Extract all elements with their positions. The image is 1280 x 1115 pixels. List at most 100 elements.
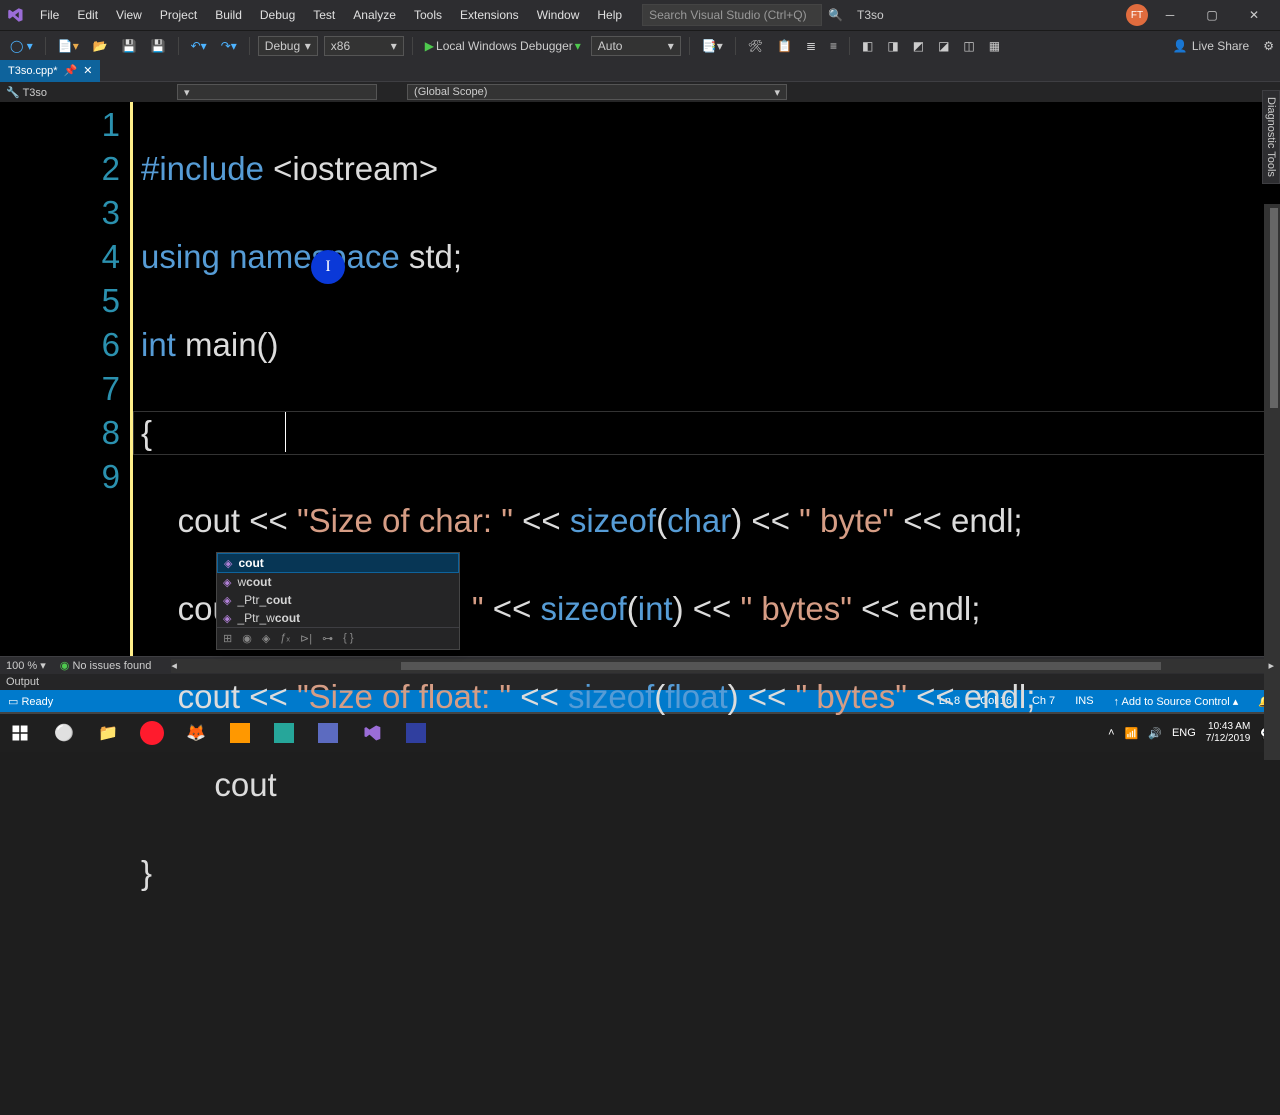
sublime-icon[interactable] (226, 719, 254, 747)
tool-icon[interactable]: ◪ (934, 37, 953, 55)
horizontal-scrollbar[interactable]: ◂▸ (171, 659, 1274, 673)
field-icon: ◈ (223, 612, 231, 625)
intellisense-item[interactable]: ◈_Ptr_wcout (217, 609, 459, 627)
field-icon: ◈ (223, 594, 231, 607)
tab-active[interactable]: T3so.cpp* 📌 ✕ (0, 60, 100, 82)
filter-icon[interactable]: ⊳| (300, 632, 312, 645)
tab-close-button[interactable]: ✕ (83, 64, 92, 77)
tab-label: T3so.cpp* (8, 65, 58, 77)
nav-project[interactable]: 🔧 T3so (6, 86, 47, 99)
menu-build[interactable]: Build (207, 4, 250, 26)
avatar[interactable]: FT (1126, 4, 1148, 26)
tool-icon[interactable]: ◧ (858, 37, 877, 55)
clock[interactable]: 10:43 AM7/12/2019 (1206, 721, 1251, 745)
tool-icon[interactable]: 📋 (773, 37, 796, 55)
filter-icon[interactable]: ◉ (242, 632, 252, 645)
vs-taskbar-icon[interactable] (358, 719, 386, 747)
save-button[interactable]: 💾 (118, 37, 141, 55)
search-input[interactable]: Search Visual Studio (Ctrl+Q) (642, 4, 822, 26)
nav-scope-dropdown[interactable]: (Global Scope)▾ (407, 84, 787, 100)
liveshare-button[interactable]: 👤 Live Share ⚙ (1173, 39, 1274, 53)
menu-debug[interactable]: Debug (252, 4, 303, 26)
tool-icon[interactable]: ▦ (985, 37, 1004, 55)
field-icon: ◈ (223, 576, 231, 589)
menubar: File Edit View Project Build Debug Test … (0, 0, 1280, 30)
tool-icon[interactable]: 🛠 (744, 37, 767, 55)
toolbar: ◯ ▾ 📄▾ 📂 💾 💾 ↶▾ ↷▾ Debug▾ x86▾ ▶ Local W… (0, 30, 1280, 60)
zoom-dropdown[interactable]: 100 % ▾ (6, 659, 46, 672)
app-icon[interactable] (270, 719, 298, 747)
opera-icon[interactable] (138, 719, 166, 747)
tool-icon[interactable]: ◫ (959, 37, 978, 55)
run-button[interactable]: ▶ Local Windows Debugger ▾ (421, 37, 585, 55)
nav-scope-dropdown[interactable]: ▾ (177, 84, 377, 100)
menu-view[interactable]: View (108, 4, 150, 26)
text-caret (285, 412, 286, 452)
filter-icon[interactable]: ⊶ (322, 632, 333, 645)
saveall-button[interactable]: 💾 (147, 37, 170, 55)
open-button[interactable]: 📂 (89, 37, 112, 55)
menu-window[interactable]: Window (529, 4, 588, 26)
config-dropdown[interactable]: Debug▾ (258, 36, 318, 56)
filter-icon[interactable]: ⊞ (223, 632, 232, 645)
tab-pin-icon[interactable]: 📌 (64, 64, 78, 77)
navigation-bar: 🔧 T3so ▾ (Global Scope)▾ (0, 82, 1280, 102)
maximize-button[interactable]: ▢ (1192, 0, 1232, 30)
filter-icon[interactable]: ◈ (262, 632, 270, 645)
tool-icon[interactable]: ≣ (802, 37, 820, 55)
tab-bar: T3so.cpp* 📌 ✕ (0, 60, 1280, 82)
app-title: T3so (857, 8, 884, 22)
undo-button[interactable]: ↶▾ (187, 37, 211, 55)
filter-icon[interactable]: ƒₓ (280, 632, 290, 645)
liveshare-icon: 👤 (1173, 39, 1188, 53)
settings-icon[interactable]: ⚙ (1263, 39, 1274, 53)
explorer-icon[interactable]: 📁 (94, 719, 122, 747)
intellisense-popup: ◈cout ◈wcout ◈_Ptr_cout ◈_Ptr_wcout ⊞ ◉ … (216, 552, 460, 650)
tool-icon[interactable]: 📑▾ (698, 37, 727, 55)
close-button[interactable]: ✕ (1234, 0, 1274, 30)
code-editor[interactable]: 123 456 789 #include <iostream> using na… (0, 102, 1280, 656)
app-icon[interactable] (402, 719, 430, 747)
app-icon[interactable] (314, 719, 342, 747)
minimize-button[interactable]: ─ (1150, 0, 1190, 30)
intellisense-item[interactable]: ◈_Ptr_cout (217, 591, 459, 609)
tool-icon[interactable]: ◩ (909, 37, 928, 55)
line-numbers: 123 456 789 (0, 102, 130, 656)
menu-edit[interactable]: Edit (69, 4, 106, 26)
system-tray[interactable]: ˄ 📶 🔊 ENG 10:43 AM7/12/2019 💬 (1108, 721, 1274, 745)
menu-help[interactable]: Help (589, 4, 630, 26)
menu-file[interactable]: File (32, 4, 67, 26)
redo-button[interactable]: ↷▾ (217, 37, 241, 55)
intellisense-item[interactable]: ◈wcout (217, 573, 459, 591)
network-icon[interactable]: 📶 (1125, 727, 1139, 740)
menu-tools[interactable]: Tools (406, 4, 450, 26)
menu-test[interactable]: Test (305, 4, 343, 26)
new-file-button[interactable]: 📄▾ (54, 37, 83, 55)
diagnostic-tools-tab[interactable]: Diagnostic Tools (1262, 90, 1280, 184)
cursor-indicator-icon: I (311, 250, 345, 284)
tray-chevron-icon[interactable]: ˄ (1108, 727, 1114, 739)
debug-mode-dropdown[interactable]: Auto▾ (591, 36, 681, 56)
intellisense-filter-bar[interactable]: ⊞ ◉ ◈ ƒₓ ⊳| ⊶ { } (217, 627, 459, 649)
search-icon[interactable]: 🔍 (828, 8, 843, 22)
tool-icon[interactable]: ≡ (826, 37, 841, 55)
firefox-icon[interactable]: 🦊 (182, 719, 210, 747)
platform-dropdown[interactable]: x86▾ (324, 36, 404, 56)
field-icon: ◈ (224, 557, 232, 570)
menu-project[interactable]: Project (152, 4, 205, 26)
menu-analyze[interactable]: Analyze (345, 4, 404, 26)
intellisense-item[interactable]: ◈cout (217, 553, 459, 573)
filter-icon[interactable]: { } (343, 632, 353, 645)
language-indicator[interactable]: ENG (1172, 727, 1196, 739)
start-button[interactable] (6, 719, 34, 747)
search-icon[interactable]: ⚪ (50, 719, 78, 747)
volume-icon[interactable]: 🔊 (1148, 727, 1162, 740)
vertical-scrollbar[interactable] (1264, 204, 1280, 760)
menu-extensions[interactable]: Extensions (452, 4, 527, 26)
vs-logo-icon (6, 6, 24, 24)
status-ready: ▭ Ready (8, 695, 53, 708)
editor-status: 100 % ▾ ◉ No issues found ◂▸ (0, 656, 1280, 674)
issues-indicator[interactable]: ◉ No issues found (60, 659, 152, 672)
nav-back-button[interactable]: ◯ ▾ (6, 37, 37, 55)
tool-icon[interactable]: ◨ (883, 37, 902, 55)
